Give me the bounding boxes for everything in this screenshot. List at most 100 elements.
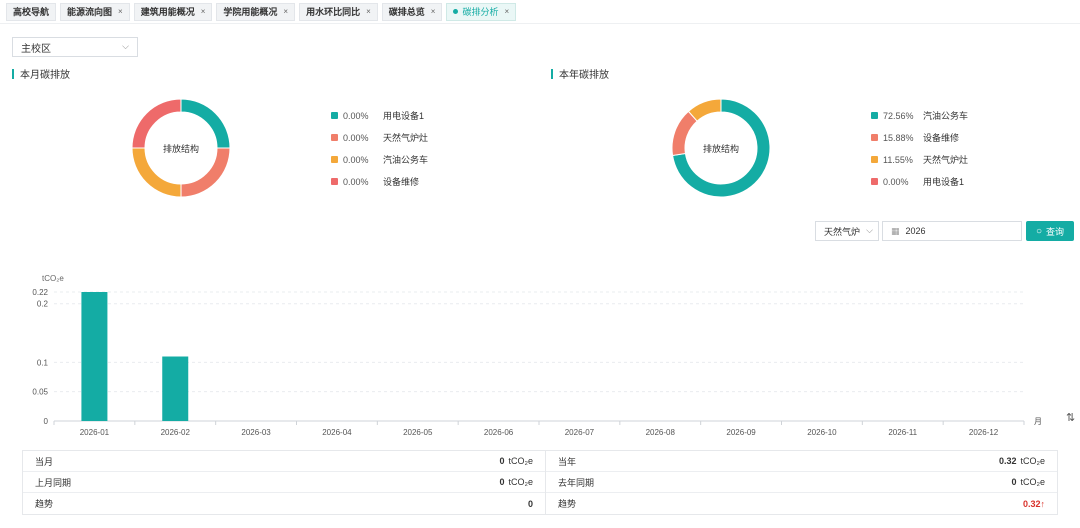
summary-value: 0 tCO₂e	[1011, 477, 1045, 487]
bar-2026-02	[162, 356, 189, 421]
summary-row: 去年同期 0 tCO₂e	[546, 472, 1057, 493]
summary-unit: tCO₂e	[508, 456, 534, 466]
y-tick-label: 0.2	[37, 300, 49, 309]
x-axis-label: 月	[1034, 417, 1042, 426]
legend-swatch	[871, 134, 878, 141]
tab-bar: 高校导航 能源流向图 × 建筑用能概况 × 学院用能概况 × 用水环比同比 × 碳排总览 × 碳排分析…	[0, 0, 1080, 24]
tab-3[interactable]: 建筑用能概况 ×	[133, 2, 213, 21]
energy-type-select[interactable]: 天然气炉 ⌵	[815, 221, 879, 241]
summary-number: 0	[1011, 477, 1017, 487]
x-tick-label: 2026-10	[807, 428, 837, 437]
close-icon[interactable]: ×	[431, 7, 436, 16]
summary-label: 当月	[35, 456, 54, 467]
summary-number: 0	[499, 477, 505, 487]
donut-slice-1	[180, 98, 231, 149]
tab-6[interactable]: 碳排总览 ×	[381, 2, 443, 21]
legend-percent: 0.00%	[343, 132, 369, 143]
summary-number: 0.32↑	[1022, 498, 1045, 509]
close-icon[interactable]: ×	[504, 7, 509, 16]
legend-swatch	[331, 134, 338, 141]
campus-select-value: 主校区	[21, 43, 51, 55]
legend-swatch	[871, 112, 878, 119]
chevron-down-icon: ⌵	[866, 225, 873, 235]
legend-item[interactable]: 0.00% 设备维修	[331, 175, 419, 188]
summary-unit: tCO₂e	[1020, 477, 1046, 487]
legend-item[interactable]: 0.00% 用电设备1	[331, 109, 424, 122]
summary-label: 趋势	[558, 499, 577, 509]
x-tick-label: 2026-08	[646, 428, 676, 437]
calendar-icon: ▦	[891, 225, 900, 236]
section-accent-bar	[551, 68, 553, 79]
legend-name: 用电设备1	[383, 111, 425, 121]
legend-swatch	[331, 178, 338, 185]
legend-item[interactable]: 0.00% 天然气炉灶	[331, 131, 428, 144]
close-icon[interactable]: ×	[118, 7, 123, 16]
legend-swatch	[331, 112, 338, 119]
legend-swatch	[871, 156, 878, 163]
x-tick-label: 2026-03	[241, 428, 271, 437]
tab-7[interactable]: 碳排分析 ×	[446, 2, 517, 21]
legend-swatch	[871, 178, 878, 185]
x-tick-label: 2026-05	[403, 428, 433, 437]
tab-label: 能源流向图	[67, 7, 113, 17]
query-button[interactable]: ○ 查询	[1026, 221, 1074, 241]
bar-2026-01	[81, 292, 108, 421]
legend-item[interactable]: 11.55% 天然气炉灶	[871, 153, 968, 166]
summary-value: 0.32 tCO₂e	[999, 456, 1045, 466]
legend-percent: 72.56%	[883, 110, 914, 121]
summary-row: 趋势 0.32↑	[546, 493, 1057, 514]
legend-percent: 0.00%	[343, 110, 369, 121]
legend-percent: 15.88%	[883, 132, 914, 143]
summary-unit: tCO₂e	[508, 477, 534, 487]
x-tick-label: 2026-01	[80, 428, 110, 437]
summary-label: 上月同期	[35, 477, 72, 488]
yearly-section-title: 本年碳排放	[551, 66, 609, 81]
y-axis-label: tCO₂e	[42, 274, 64, 283]
section-accent-bar	[12, 68, 14, 79]
chevron-down-icon: ⌵	[122, 41, 129, 51]
tab-label: 学院用能概况	[223, 7, 278, 17]
monthly-title-text: 本月碳排放	[20, 70, 70, 81]
close-icon[interactable]: ×	[201, 7, 206, 16]
active-dot-icon	[453, 9, 459, 14]
tab-label: 高校导航	[13, 7, 50, 17]
legend-percent: 0.00%	[343, 176, 369, 187]
legend-percent: 0.00%	[883, 176, 909, 187]
tab-1[interactable]: 高校导航	[6, 2, 57, 21]
campus-select[interactable]: 主校区 ⌵	[12, 37, 138, 57]
y-tick-label: 0.1	[37, 358, 49, 367]
tab-4[interactable]: 学院用能概况 ×	[216, 2, 296, 21]
summary-value: 0	[528, 499, 533, 509]
monthly-section-title: 本月碳排放	[12, 66, 70, 81]
tab-2[interactable]: 能源流向图 ×	[60, 2, 130, 21]
legend-percent: 11.55%	[883, 154, 913, 165]
y-tick-label: 0	[44, 417, 49, 426]
close-icon[interactable]: ×	[283, 7, 288, 16]
donut-slice-4	[131, 98, 182, 149]
legend-item[interactable]: 15.88% 设备维修	[871, 131, 959, 144]
tab-label: 用水环比同比	[306, 7, 361, 17]
legend-item[interactable]: 72.56% 汽油公务车	[871, 109, 968, 122]
summary-label: 当年	[558, 456, 577, 467]
legend-name: 汽油公务车	[383, 155, 429, 165]
tab-label: 碳排总览	[388, 7, 425, 17]
legend-item[interactable]: 0.00% 用电设备1	[871, 175, 964, 188]
summary-left-column: 当月 0 tCO₂e 上月同期 0 tCO₂e 趋势 0	[23, 451, 545, 514]
tab-label: 碳排分析	[462, 7, 499, 17]
summary-unit: tCO₂e	[1020, 456, 1046, 466]
yearly-donut-center-label: 排放结构	[702, 144, 739, 154]
summary-label: 去年同期	[558, 477, 595, 488]
legend-name: 设备维修	[923, 133, 960, 143]
summary-value: 0 tCO₂e	[499, 456, 533, 466]
summary-table: 当月 0 tCO₂e 上月同期 0 tCO₂e 趋势 0 当年 0.32 tCO₂e 去年同期 0 tC…	[22, 450, 1058, 515]
legend-item[interactable]: 0.00% 汽油公务车	[331, 153, 428, 166]
summary-value: 0.32↑	[1023, 499, 1045, 509]
summary-row: 当月 0 tCO₂e	[23, 451, 545, 472]
year-picker[interactable]: ▦ 2026	[882, 221, 1022, 241]
x-tick-label: 2026-07	[565, 428, 595, 437]
x-tick-label: 2026-04	[322, 428, 352, 437]
monthly-donut-center-label: 排放结构	[162, 144, 199, 154]
tab-5[interactable]: 用水环比同比 ×	[299, 2, 378, 21]
close-icon[interactable]: ×	[366, 7, 371, 16]
sort-toggle-icon[interactable]: ⇅	[1066, 411, 1075, 424]
